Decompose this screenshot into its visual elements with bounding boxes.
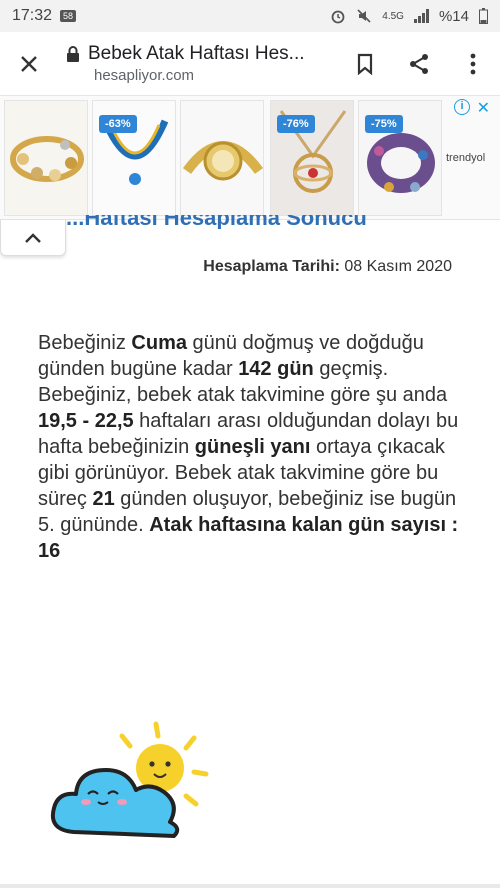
- network-label: 4.5G: [382, 10, 404, 22]
- bookmark-button[interactable]: [338, 32, 392, 96]
- ad-banner: -63% -76% -75% i ✕ trendyol: [0, 96, 500, 220]
- menu-button[interactable]: [446, 32, 500, 96]
- discount-badge: -76%: [277, 115, 315, 133]
- ad-product-5[interactable]: -75%: [358, 100, 442, 216]
- week-range: 19,5 - 22,5: [38, 410, 134, 432]
- trendyol-logo: trendyol: [446, 152, 486, 164]
- signal-icon: [413, 9, 429, 23]
- calculation-date-value: 08 Kasım 2020: [344, 258, 452, 275]
- ad-product-3[interactable]: [180, 100, 264, 216]
- sun-cloud-icon: [51, 721, 209, 838]
- ad-product-1[interactable]: [4, 100, 88, 216]
- bookmark-icon: [357, 53, 373, 75]
- ad-info-icon[interactable]: i: [454, 99, 470, 115]
- battery-label: %14: [438, 7, 469, 25]
- close-icon: [21, 55, 37, 72]
- text-segment: Bebeğiniz: [38, 332, 132, 354]
- alarm-icon: [331, 10, 345, 24]
- notification-badge: 58: [60, 10, 77, 22]
- ad-close-icon[interactable]: ✕: [477, 98, 490, 118]
- days-passed: 142 gün: [238, 358, 314, 380]
- watch-image: [181, 101, 263, 215]
- page-title: Bebek Atak Haftası Hes...: [88, 43, 305, 64]
- period-days: 21: [92, 488, 115, 510]
- ad-product-4[interactable]: -76%: [270, 100, 354, 216]
- browser-toolbar: Bebek Atak Haftası Hes... hesapliyor.com: [0, 32, 500, 96]
- share-button[interactable]: [392, 32, 446, 96]
- mute-icon: [357, 9, 371, 23]
- birth-day: Cuma: [131, 332, 187, 354]
- calculation-date-label: Hesaplama Tarihi:: [203, 258, 340, 275]
- chevron-up-icon: [25, 232, 41, 243]
- calculation-date: Hesaplama Tarihi: 08 Kasım 2020: [203, 258, 452, 276]
- lock-icon: [67, 46, 79, 62]
- discount-badge: -75%: [365, 115, 403, 133]
- phase-name: güneşli yanı: [194, 436, 311, 458]
- result-paragraph: Bebeğiniz Cuma günü doğmuş ve doğduğu gü…: [38, 330, 468, 564]
- bracelet-image: [5, 101, 87, 215]
- section-heading-text: ...Haftası Hesaplama Sonucu: [66, 215, 367, 229]
- battery-icon: [479, 8, 488, 24]
- bottom-nav-bar: [0, 884, 500, 888]
- status-bar: 17:32 58 4.5G %14: [0, 0, 500, 32]
- section-heading-cut: ...Haftası Hesaplama Sonucu: [66, 215, 367, 229]
- status-time: 17:32: [12, 7, 53, 24]
- ad-product-2[interactable]: -63%: [92, 100, 176, 216]
- ad-collapse-button[interactable]: [0, 220, 66, 256]
- close-tab-button[interactable]: [0, 32, 58, 96]
- discount-badge: -63%: [99, 115, 137, 133]
- more-vert-icon: [470, 53, 476, 74]
- share-icon: [410, 53, 428, 74]
- page-host: hesapliyor.com: [94, 67, 195, 84]
- url-area[interactable]: Bebek Atak Haftası Hes... hesapliyor.com: [58, 43, 338, 84]
